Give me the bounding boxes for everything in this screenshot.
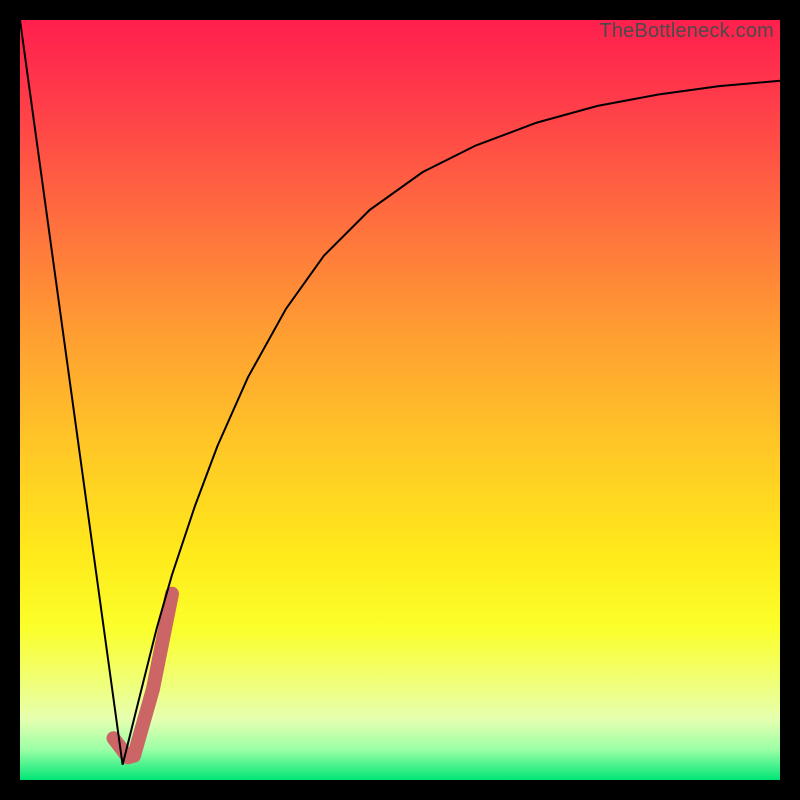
series-pink-marker xyxy=(113,594,172,757)
series-left-arm xyxy=(20,20,123,765)
chart-svg xyxy=(20,20,780,780)
chart-frame: TheBottleneck.com xyxy=(0,0,800,800)
series-right-curve xyxy=(123,81,780,765)
plot-area: TheBottleneck.com xyxy=(20,20,780,780)
